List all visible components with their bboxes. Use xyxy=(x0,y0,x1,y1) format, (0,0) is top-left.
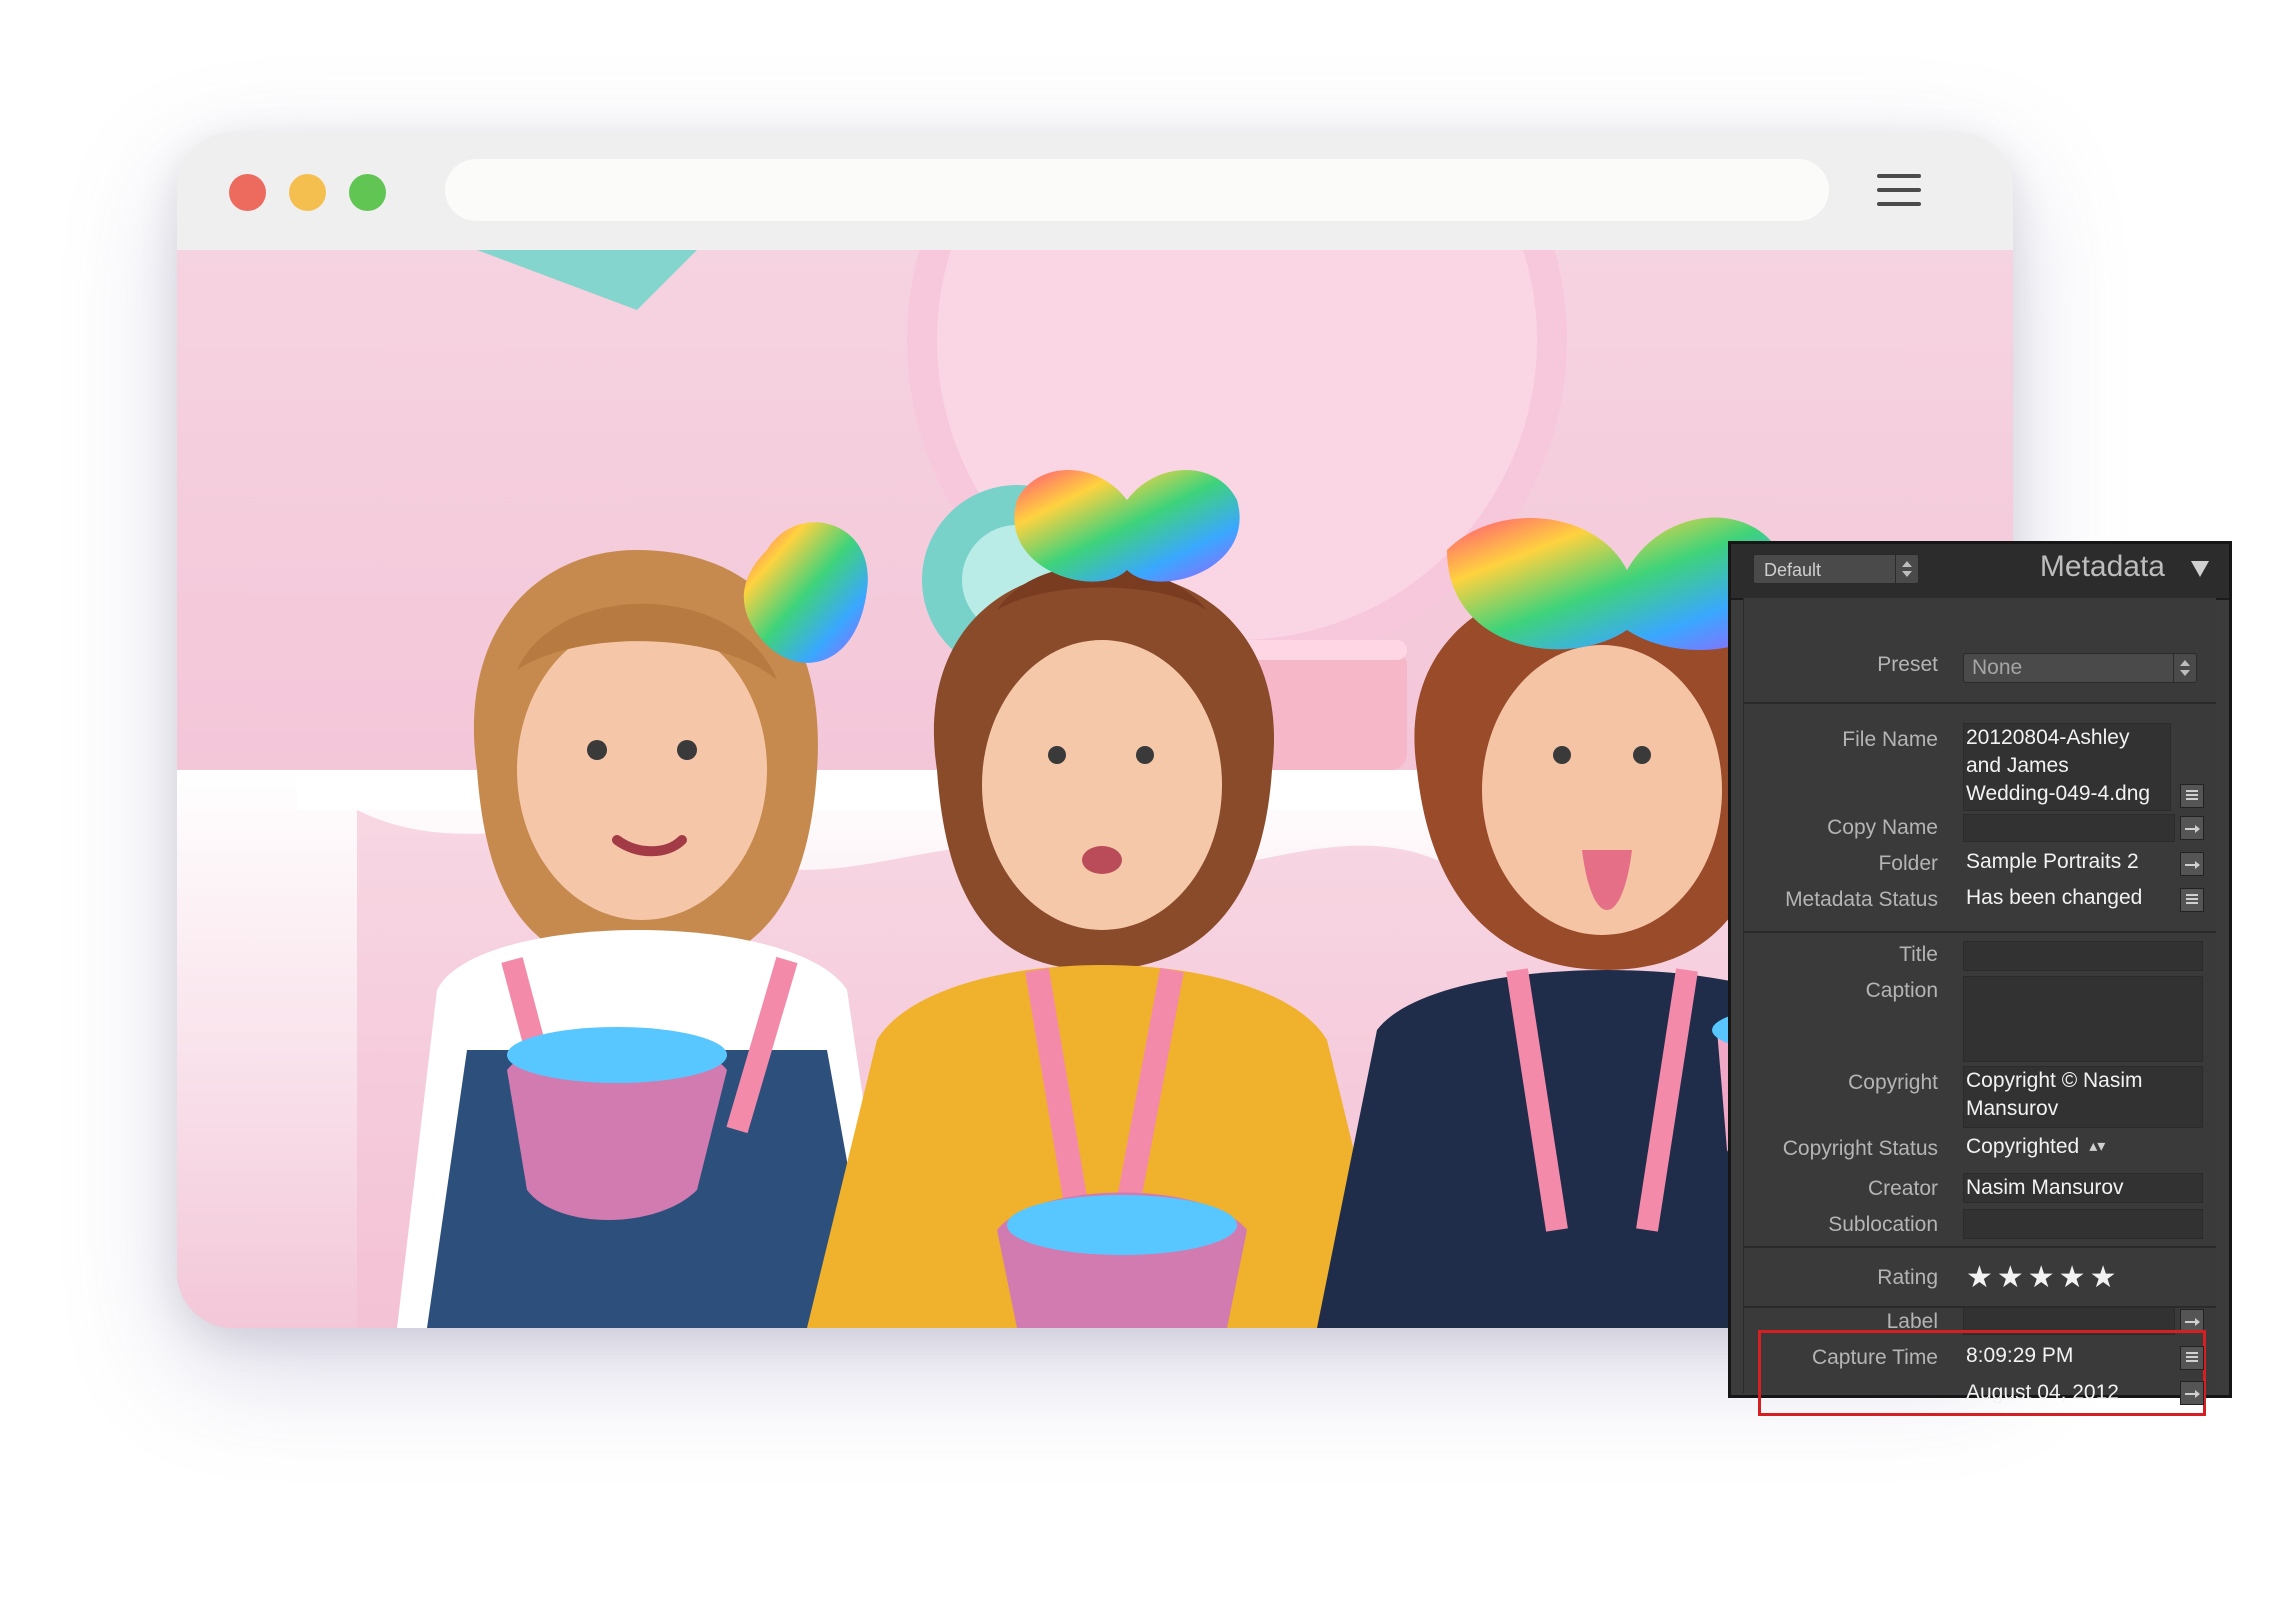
maximize-window-button[interactable] xyxy=(349,174,386,211)
metadata-panel-header: Default Metadata xyxy=(1731,544,2229,600)
capture-time-label: Capture Time xyxy=(1811,1346,1938,1369)
panel-title: Metadata xyxy=(2039,550,2165,583)
list-icon[interactable] xyxy=(2180,784,2204,808)
stepper-arrows-icon xyxy=(1895,555,1918,583)
title-label: Title xyxy=(1899,943,1938,966)
preset-label: Preset xyxy=(1877,653,1938,676)
file-name-line-2: and James xyxy=(1966,754,2069,777)
copyright-status-value: Copyrighted xyxy=(1966,1135,2080,1158)
caption-field[interactable] xyxy=(1963,976,2203,1062)
copyright-label: Copyright xyxy=(1848,1071,1938,1094)
stepper-arrows-icon xyxy=(2173,654,2196,682)
rating-stars[interactable]: ★★★★★ xyxy=(1966,1260,2120,1295)
divider xyxy=(1744,702,2216,704)
copyright-line-1: Copyright © Nasim xyxy=(1966,1069,2143,1092)
metadata-panel: Default Metadata Preset None File Name 2… xyxy=(1728,541,2232,1416)
close-window-button[interactable] xyxy=(229,174,266,211)
sublocation-field[interactable] xyxy=(1963,1209,2203,1239)
preset-select-value: None xyxy=(1972,656,2023,679)
list-icon[interactable] xyxy=(2180,1346,2204,1370)
divider xyxy=(1744,1246,2216,1248)
collapse-triangle-icon[interactable] xyxy=(2191,561,2209,577)
go-arrow-icon[interactable] xyxy=(2180,1381,2204,1405)
preset-select[interactable]: None xyxy=(1963,653,2197,683)
copy-name-field[interactable] xyxy=(1963,814,2175,842)
folder-label: Folder xyxy=(1878,852,1938,875)
caption-label: Caption xyxy=(1865,979,1938,1002)
copyright-line-2: Mansurov xyxy=(1966,1097,2059,1120)
capture-time-value: 8:09:29 PM xyxy=(1966,1344,2074,1367)
file-name-line-3: Wedding-049-4.dng xyxy=(1966,782,2151,805)
go-arrow-icon[interactable] xyxy=(2180,816,2204,840)
metadata-view-dropdown-value: Default xyxy=(1764,560,1822,580)
capture-date-value: August 04, 2012 xyxy=(1966,1381,2119,1404)
metadata-view-dropdown[interactable]: Default xyxy=(1753,554,1919,584)
browser-titlebar xyxy=(177,132,2013,250)
sublocation-label: Sublocation xyxy=(1828,1213,1938,1236)
file-name-line-1: 20120804-Ashley xyxy=(1966,726,2130,749)
list-icon[interactable] xyxy=(2180,888,2204,912)
copy-name-label: Copy Name xyxy=(1827,816,1938,839)
address-bar[interactable] xyxy=(445,159,1829,221)
folder-value: Sample Portraits 2 xyxy=(1966,850,2139,873)
hamburger-menu-icon[interactable] xyxy=(1877,174,1921,206)
copyright-status-label: Copyright Status xyxy=(1782,1137,1938,1160)
minimize-window-button[interactable] xyxy=(289,174,326,211)
go-arrow-icon[interactable] xyxy=(2180,852,2204,876)
metadata-status-label: Metadata Status xyxy=(1785,888,1938,911)
file-name-label: File Name xyxy=(1842,728,1938,751)
metadata-fields: Preset None File Name 20120804-Ashley an… xyxy=(1743,598,2216,1416)
divider xyxy=(1744,931,2216,933)
creator-value: Nasim Mansurov xyxy=(1966,1176,2124,1199)
copyright-status-select[interactable]: Copyrighted ▴▾ xyxy=(1966,1133,2105,1161)
updown-arrows-icon: ▴▾ xyxy=(2089,1138,2106,1155)
title-field[interactable] xyxy=(1963,941,2203,971)
metadata-status-value: Has been changed xyxy=(1966,886,2143,909)
creator-label: Creator xyxy=(1867,1177,1938,1200)
rating-label: Rating xyxy=(1877,1266,1938,1289)
